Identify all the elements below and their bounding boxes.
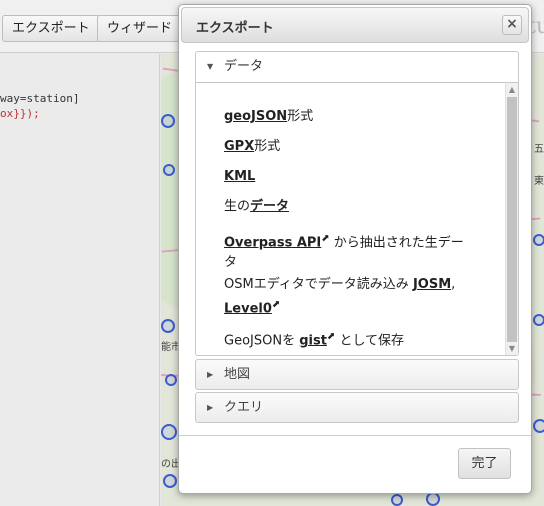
overpass-api-link[interactable]: Overpass API <box>224 235 321 250</box>
station-marker[interactable] <box>163 164 175 176</box>
list-item-osm-editor: OSMエディタでデータ読み込み JOSM, Level0⬈ <box>224 275 455 319</box>
data-panel: geoJSON形式 GPX形式 KML 生のデータ Overpass API⬈ … <box>196 83 518 355</box>
osm-comma: , <box>451 277 456 292</box>
scrollbar-thumb[interactable] <box>507 97 517 342</box>
josm-link[interactable]: JOSM <box>413 277 451 292</box>
overpass-suffix: から抽出された生デー <box>329 235 464 251</box>
station-marker[interactable] <box>533 419 544 433</box>
code-token-braces: }}); <box>13 107 40 120</box>
scroll-up-icon[interactable]: ▲ <box>506 83 518 96</box>
station-marker[interactable] <box>163 474 177 488</box>
geojson-suffix: 形式 <box>287 109 314 124</box>
gpx-suffix: 形式 <box>254 139 281 154</box>
gist-prefix: GeoJSONを <box>224 333 300 349</box>
section-map[interactable]: ▶ 地図 <box>195 359 519 390</box>
gist-suffix: として保存 <box>335 333 405 349</box>
dialog-titlebar[interactable]: エクスポート × <box>181 7 529 43</box>
wizard-button[interactable]: ウィザード <box>97 15 183 42</box>
section-query-header[interactable]: ▶ クエリ <box>196 393 518 424</box>
station-marker[interactable] <box>161 114 175 128</box>
gpx-link[interactable]: GPX <box>224 139 254 154</box>
export-dialog: エクスポート × ▼ データ geoJSON形式 GPX形式 KML 生のデータ <box>178 4 532 494</box>
station-marker[interactable] <box>161 319 175 333</box>
section-data-header[interactable]: ▼ データ <box>196 52 518 83</box>
station-marker[interactable] <box>533 234 544 246</box>
raw-data-link[interactable]: データ <box>250 199 289 214</box>
scrollbar[interactable]: ▲ ▼ <box>505 83 518 355</box>
osm-prefix: OSMエディタでデータ読み込み <box>224 277 413 292</box>
section-map-title: 地図 <box>224 367 251 382</box>
export-button[interactable]: エクスポート <box>2 15 100 42</box>
section-data: ▼ データ geoJSON形式 GPX形式 KML 生のデータ Overpass… <box>195 51 519 356</box>
station-marker[interactable] <box>426 492 440 506</box>
list-item-gist: GeoJSONを gist⬈ として保存 <box>224 327 404 351</box>
code-line-2: ox}}); <box>0 107 40 120</box>
scroll-down-icon[interactable]: ▼ <box>506 342 518 355</box>
geojson-link[interactable]: geoJSON <box>224 109 287 124</box>
external-link-icon: ⬈ <box>321 233 330 244</box>
list-item-raw-data: 生のデータ <box>224 197 289 217</box>
close-icon[interactable]: × <box>502 15 522 35</box>
section-query-title: クエリ <box>224 400 264 415</box>
station-marker[interactable] <box>165 374 177 386</box>
kml-link[interactable]: KML <box>224 169 255 184</box>
triangle-right-icon: ▶ <box>207 403 214 412</box>
list-item-geojson: geoJSON形式 <box>224 107 313 127</box>
done-button[interactable]: 完了 <box>458 448 511 479</box>
list-item-gpx: GPX形式 <box>224 137 280 157</box>
station-marker[interactable] <box>391 494 403 506</box>
map-label: 五 <box>534 144 544 155</box>
list-item-overpass: Overpass API⬈ から抽出された生デー タ <box>224 229 464 273</box>
code-editor[interactable]: way=station] ox}}); <box>0 54 160 506</box>
map-label: 東 <box>534 176 544 187</box>
section-data-title: データ <box>224 59 264 74</box>
dialog-title: エクスポート <box>196 21 274 36</box>
section-map-header[interactable]: ▶ 地図 <box>196 360 518 391</box>
overpass-suffix-wrap: タ <box>224 255 238 271</box>
triangle-down-icon: ▼ <box>207 62 214 71</box>
code-line-1: way=station] <box>0 92 80 105</box>
level0-link[interactable]: Level0 <box>224 301 272 316</box>
gist-link[interactable]: gist <box>299 333 327 348</box>
dialog-divider <box>179 435 531 436</box>
station-marker[interactable] <box>533 314 544 326</box>
code-token: ox <box>0 107 14 120</box>
list-item-kml: KML <box>224 167 255 187</box>
triangle-right-icon: ▶ <box>207 370 214 379</box>
raw-prefix: 生の <box>224 199 251 214</box>
station-marker[interactable] <box>161 424 177 440</box>
external-link-icon: ⬈ <box>271 299 281 310</box>
section-query[interactable]: ▶ クエリ <box>195 392 519 423</box>
code-text: way=station] ox}}); <box>0 91 79 121</box>
